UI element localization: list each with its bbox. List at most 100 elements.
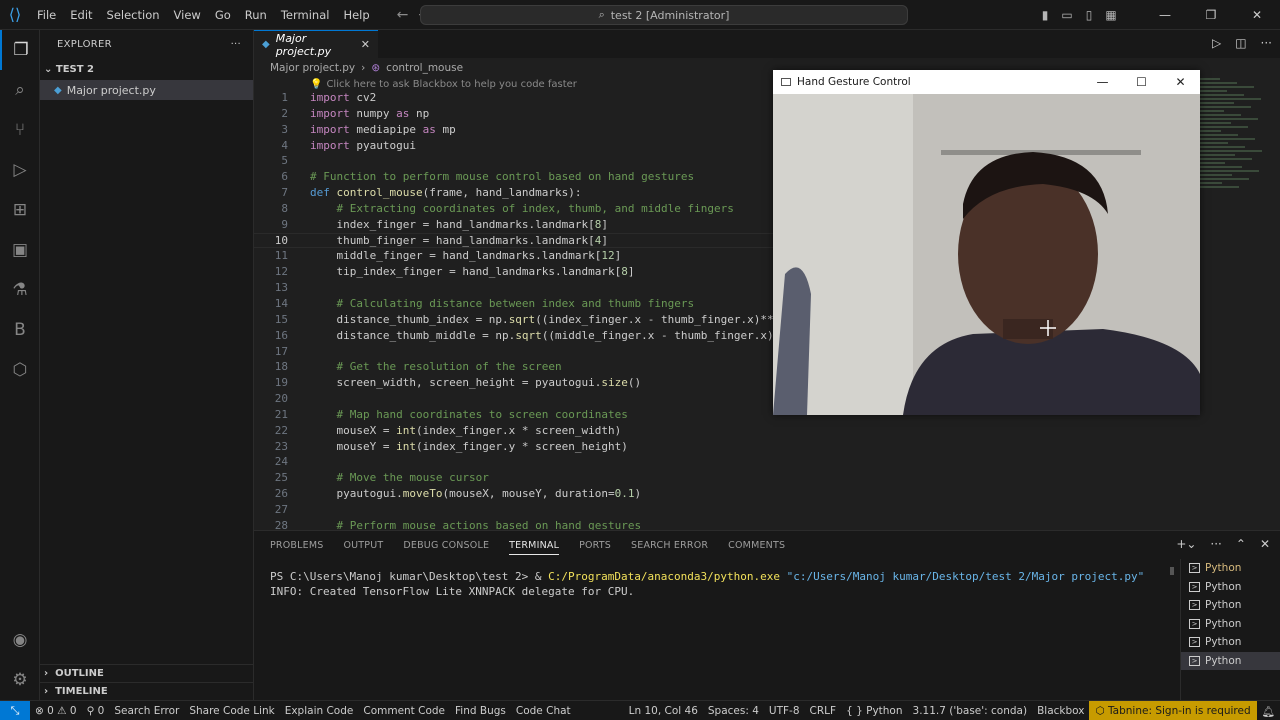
code-line[interactable]: 11 middle_finger = hand_landmarks.landma… xyxy=(254,248,774,264)
code-line[interactable]: 22 mouseX = int(index_finger.x * screen_… xyxy=(254,423,774,439)
close-tab-icon[interactable]: ✕ xyxy=(361,38,370,51)
terminal-output[interactable]: PS C:\Users\Manoj kumar\Desktop\test 2> … xyxy=(270,569,1144,599)
menu-view[interactable]: View xyxy=(167,0,208,30)
command-center[interactable]: ⌕ test 2 [Administrator] xyxy=(420,5,908,25)
testing-flask-icon[interactable]: ⚗ xyxy=(0,270,40,310)
status-find-bugs[interactable]: Find Bugs xyxy=(450,705,511,717)
tabnine-status[interactable]: ⬡ Tabnine: Sign-in is required xyxy=(1089,701,1257,720)
more-actions-icon[interactable]: ··· xyxy=(231,39,241,50)
code-line[interactable]: 20 xyxy=(254,391,774,407)
terminal-scrollbar[interactable] xyxy=(1170,567,1174,575)
timeline-section[interactable]: › TIMELINE xyxy=(40,682,254,700)
tab-search-error[interactable]: SEARCH ERROR xyxy=(631,540,708,551)
terminal-item[interactable]: > Python xyxy=(1181,651,1280,670)
code-line[interactable]: 19 screen_width, screen_height = pyautog… xyxy=(254,375,774,391)
code-line[interactable]: 7 def control_mouse(frame, hand_landmarks… xyxy=(254,185,774,201)
menu-help[interactable]: Help xyxy=(336,0,376,30)
code-line[interactable]: 1 import cv2 xyxy=(254,90,774,106)
menu-terminal[interactable]: Terminal xyxy=(274,0,337,30)
tab-comments[interactable]: COMMENTS xyxy=(728,540,785,551)
status-code-chat[interactable]: Code Chat xyxy=(511,705,576,717)
notifications-bell-icon[interactable]: 🔔︎ xyxy=(1257,705,1280,718)
code-line[interactable]: 14 # Calculating distance between index … xyxy=(254,296,774,312)
breadcrumb-symbol[interactable]: control_mouse xyxy=(386,62,463,74)
search-icon[interactable]: ⌕ xyxy=(0,70,40,110)
source-control-icon[interactable]: ⑂ xyxy=(0,110,40,150)
blackbox-status[interactable]: Blackbox xyxy=(1032,705,1089,717)
extensions-icon[interactable]: ⊞ xyxy=(0,190,40,230)
code-line[interactable]: 25 # Move the mouse cursor xyxy=(254,470,774,486)
menu-edit[interactable]: Edit xyxy=(63,0,99,30)
tabnine-icon[interactable]: ⬡ xyxy=(0,350,40,390)
code-line[interactable]: 26 pyautogui.moveTo(mouseX, mouseY, dura… xyxy=(254,486,774,502)
code-line[interactable]: 5 xyxy=(254,153,774,169)
code-line[interactable]: 12 tip_index_finger = hand_landmarks.lan… xyxy=(254,264,774,280)
code-line[interactable]: 28 # Perform mouse actions based on hand… xyxy=(254,518,774,530)
tab-debug-console[interactable]: DEBUG CONSOLE xyxy=(403,540,489,551)
minimap[interactable] xyxy=(1200,78,1266,198)
maximize-icon[interactable]: ☐ xyxy=(1122,70,1161,94)
code-line[interactable]: 2 import numpy as np xyxy=(254,106,774,122)
menu-run[interactable]: Run xyxy=(238,0,274,30)
run-python-icon[interactable]: ▷ xyxy=(1212,36,1221,50)
indentation[interactable]: Spaces: 4 xyxy=(703,705,764,717)
python-interpreter[interactable]: 3.11.7 ('base': conda) xyxy=(908,705,1033,717)
code-line[interactable]: 10 thumb_finger = hand_landmarks.landmar… xyxy=(254,233,774,249)
code-line[interactable]: 3 import mediapipe as mp xyxy=(254,122,774,138)
status-explain-code[interactable]: Explain Code xyxy=(280,705,359,717)
split-editor-icon[interactable]: ◫ xyxy=(1235,36,1246,50)
terminal-item[interactable]: > Python xyxy=(1181,596,1280,615)
close-icon[interactable]: ✕ xyxy=(1161,70,1200,94)
toggle-secondary-sidebar-icon[interactable]: ▯ xyxy=(1078,8,1100,22)
code-line[interactable]: 17 xyxy=(254,344,774,360)
code-line[interactable]: 23 mouseY = int(index_finger.y * screen_… xyxy=(254,439,774,455)
breadcrumb-file[interactable]: Major project.py xyxy=(270,62,355,74)
language-mode[interactable]: { } Python xyxy=(841,705,907,717)
tab-output[interactable]: OUTPUT xyxy=(343,540,383,551)
minimize-icon[interactable]: — xyxy=(1142,8,1188,22)
toggle-panel-icon[interactable]: ▭ xyxy=(1056,8,1078,22)
line-ending[interactable]: CRLF xyxy=(805,705,842,717)
menu-file[interactable]: File xyxy=(30,0,63,30)
terminal-item[interactable]: > Python xyxy=(1181,559,1280,578)
minimize-icon[interactable]: — xyxy=(1083,70,1122,94)
maximize-panel-icon[interactable]: ⌃ xyxy=(1236,537,1246,551)
remote-explorer-icon[interactable]: ▣ xyxy=(0,230,40,270)
code-line[interactable]: 18 # Get the resolution of the screen xyxy=(254,359,774,375)
code-line[interactable]: 24 xyxy=(254,454,774,470)
new-terminal-icon[interactable]: +⌄ xyxy=(1176,537,1196,551)
terminal-item[interactable]: > Python xyxy=(1181,615,1280,634)
settings-gear-icon[interactable]: ⚙ xyxy=(0,660,40,700)
account-icon[interactable]: ◉ xyxy=(0,620,40,660)
toggle-sidebar-icon[interactable]: ▮ xyxy=(1034,8,1056,22)
tab-problems[interactable]: PROBLEMS xyxy=(270,540,323,551)
cursor-position[interactable]: Ln 10, Col 46 xyxy=(624,705,703,717)
status-search-error[interactable]: Search Error xyxy=(109,705,184,717)
menu-go[interactable]: Go xyxy=(208,0,238,30)
tab-ports[interactable]: PORTS xyxy=(579,540,611,551)
close-icon[interactable]: ✕ xyxy=(1234,8,1280,22)
encoding[interactable]: UTF-8 xyxy=(764,705,805,717)
blackbox-icon[interactable]: B xyxy=(0,310,40,350)
explorer-icon[interactable]: ❐ xyxy=(0,30,40,70)
status-comment-code[interactable]: Comment Code xyxy=(358,705,450,717)
more-actions-icon[interactable]: ··· xyxy=(1261,36,1272,50)
ports-indicator[interactable]: ⚲ 0 xyxy=(82,705,110,717)
code-line[interactable]: 9 index_finger = hand_landmarks.landmark… xyxy=(254,217,774,233)
status-share-code-link[interactable]: Share Code Link xyxy=(184,705,279,717)
terminal-item[interactable]: > Python xyxy=(1181,633,1280,652)
run-debug-icon[interactable]: ▷ xyxy=(0,150,40,190)
code-line[interactable]: 21 # Map hand coordinates to screen coor… xyxy=(254,407,774,423)
back-arrow-icon[interactable]: ← xyxy=(397,7,409,23)
remote-indicator-icon[interactable]: ⤡ xyxy=(0,700,30,720)
code-line[interactable]: 27 xyxy=(254,502,774,518)
code-line[interactable]: 15 distance_thumb_index = np.sqrt((index… xyxy=(254,312,774,328)
code-line[interactable]: 13 xyxy=(254,280,774,296)
code-line[interactable]: 4 import pyautogui xyxy=(254,138,774,154)
terminal-item[interactable]: > Python xyxy=(1181,578,1280,597)
tab-major-project[interactable]: ◆ Major project.py ✕ xyxy=(254,30,378,58)
code-line[interactable]: 6 # Function to perform mouse control bas… xyxy=(254,169,774,185)
file-major-project[interactable]: ◆ Major project.py xyxy=(40,80,253,100)
restore-icon[interactable]: ❐ xyxy=(1188,8,1234,22)
code-line[interactable]: 8 # Extracting coordinates of index, thu… xyxy=(254,201,774,217)
